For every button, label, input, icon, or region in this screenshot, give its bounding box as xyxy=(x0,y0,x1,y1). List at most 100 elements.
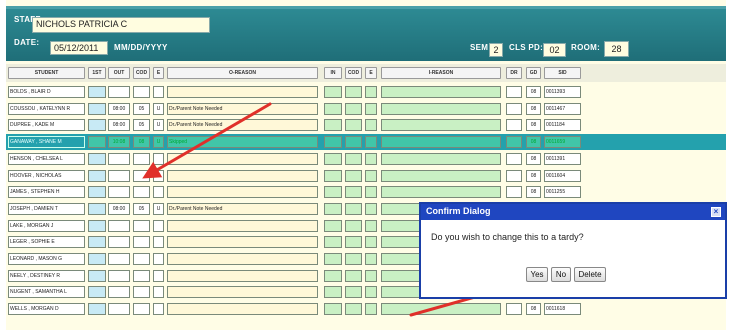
first-cell[interactable] xyxy=(88,286,106,299)
in-code-cell[interactable] xyxy=(345,186,362,199)
in-e-cell[interactable] xyxy=(365,102,377,115)
in-time-cell[interactable] xyxy=(324,186,342,199)
out-e-cell[interactable] xyxy=(153,269,164,282)
out-time-cell[interactable] xyxy=(108,86,130,98)
dr-cell[interactable] xyxy=(506,186,522,199)
out-time-cell[interactable] xyxy=(108,219,130,232)
out-code-cell[interactable] xyxy=(133,169,150,182)
table-row[interactable]: HOOVER , NICHOLAS 08 0011604 xyxy=(6,168,726,184)
col-cod-in[interactable]: COD xyxy=(345,67,362,79)
out-code-cell[interactable] xyxy=(133,286,150,299)
i-reason-cell[interactable] xyxy=(381,102,501,115)
in-e-cell[interactable] xyxy=(365,269,377,282)
table-row[interactable]: JAMES , STEPHEN H 08 0011255 xyxy=(6,184,726,200)
col-first[interactable]: 1ST xyxy=(88,67,106,79)
first-cell[interactable] xyxy=(88,269,106,282)
first-cell[interactable] xyxy=(88,236,106,249)
sid-cell[interactable]: 0011618 xyxy=(544,303,581,316)
o-reason-cell[interactable] xyxy=(167,236,318,249)
in-time-cell[interactable] xyxy=(324,119,342,132)
col-dr[interactable]: DR xyxy=(506,67,522,79)
in-code-cell[interactable] xyxy=(345,269,362,282)
out-time-cell[interactable] xyxy=(108,253,130,265)
i-reason-cell[interactable] xyxy=(381,303,501,316)
in-code-cell[interactable] xyxy=(345,169,362,182)
in-time-cell[interactable] xyxy=(324,136,342,149)
out-e-cell[interactable] xyxy=(153,169,164,182)
first-cell[interactable] xyxy=(88,136,106,149)
out-time-cell[interactable] xyxy=(108,236,130,249)
out-e-cell[interactable] xyxy=(153,86,164,98)
in-code-cell[interactable] xyxy=(345,219,362,232)
o-reason-cell[interactable] xyxy=(167,269,318,282)
grade-cell[interactable]: 08 xyxy=(526,136,541,149)
i-reason-cell[interactable] xyxy=(381,169,501,182)
i-reason-cell[interactable] xyxy=(381,136,501,149)
in-code-cell[interactable] xyxy=(345,102,362,115)
dr-cell[interactable] xyxy=(506,303,522,316)
out-e-cell[interactable] xyxy=(153,253,164,265)
in-e-cell[interactable] xyxy=(365,86,377,98)
first-cell[interactable] xyxy=(88,253,106,265)
grade-cell[interactable]: 08 xyxy=(526,303,541,316)
in-code-cell[interactable] xyxy=(345,119,362,132)
dr-cell[interactable] xyxy=(506,102,522,115)
in-time-cell[interactable] xyxy=(324,269,342,282)
in-time-cell[interactable] xyxy=(324,152,342,165)
first-cell[interactable] xyxy=(88,169,106,182)
o-reason-cell[interactable] xyxy=(167,152,318,165)
in-time-cell[interactable] xyxy=(324,236,342,249)
no-button[interactable]: No xyxy=(551,267,571,282)
col-student[interactable]: STUDENT xyxy=(8,67,85,79)
o-reason-cell[interactable] xyxy=(167,219,318,232)
table-row[interactable]: COUSSOU , KATELYNN R 08:00 05 U Dr./Parent N… xyxy=(6,101,726,117)
first-cell[interactable] xyxy=(88,119,106,132)
col-e[interactable]: E xyxy=(153,67,164,79)
o-reason-cell[interactable] xyxy=(167,303,318,316)
out-e-cell[interactable]: U xyxy=(153,202,164,215)
sid-cell[interactable]: 0011659 xyxy=(544,136,581,149)
dr-cell[interactable] xyxy=(506,169,522,182)
in-time-cell[interactable] xyxy=(324,102,342,115)
date-field[interactable]: 05/12/2011 xyxy=(50,41,108,55)
col-out[interactable]: OUT xyxy=(108,67,130,79)
in-time-cell[interactable] xyxy=(324,219,342,232)
i-reason-cell[interactable] xyxy=(381,152,501,165)
out-e-cell[interactable] xyxy=(153,236,164,249)
out-code-cell[interactable] xyxy=(133,86,150,98)
in-time-cell[interactable] xyxy=(324,86,342,98)
in-time-cell[interactable] xyxy=(324,286,342,299)
grade-cell[interactable]: 08 xyxy=(526,102,541,115)
in-code-cell[interactable] xyxy=(345,202,362,215)
in-code-cell[interactable] xyxy=(345,136,362,149)
o-reason-cell[interactable] xyxy=(167,186,318,199)
sid-cell[interactable]: 0011255 xyxy=(544,186,581,199)
first-cell[interactable] xyxy=(88,202,106,215)
out-e-cell[interactable] xyxy=(153,286,164,299)
col-sid[interactable]: SID xyxy=(544,67,581,79)
sid-cell[interactable]: 0011393 xyxy=(544,86,581,98)
grade-cell[interactable]: 08 xyxy=(526,186,541,199)
room-field[interactable]: 28 xyxy=(604,41,629,57)
out-code-cell[interactable] xyxy=(133,269,150,282)
sid-cell[interactable]: 0011391 xyxy=(544,152,581,165)
out-code-cell[interactable]: 05 xyxy=(133,119,150,132)
in-code-cell[interactable] xyxy=(345,152,362,165)
out-time-cell[interactable] xyxy=(108,303,130,316)
col-e-in[interactable]: E xyxy=(365,67,377,79)
first-cell[interactable] xyxy=(88,86,106,98)
sem-field[interactable]: 2 xyxy=(489,43,503,57)
in-e-cell[interactable] xyxy=(365,119,377,132)
i-reason-cell[interactable] xyxy=(381,86,501,98)
in-code-cell[interactable] xyxy=(345,253,362,265)
grade-cell[interactable]: 08 xyxy=(526,169,541,182)
in-time-cell[interactable] xyxy=(324,169,342,182)
out-e-cell[interactable]: U xyxy=(153,119,164,132)
in-code-cell[interactable] xyxy=(345,86,362,98)
o-reason-cell[interactable] xyxy=(167,169,318,182)
out-code-cell[interactable] xyxy=(133,253,150,265)
out-code-cell[interactable]: 05 xyxy=(133,202,150,215)
first-cell[interactable] xyxy=(88,152,106,165)
o-reason-cell[interactable] xyxy=(167,286,318,299)
in-e-cell[interactable] xyxy=(365,169,377,182)
